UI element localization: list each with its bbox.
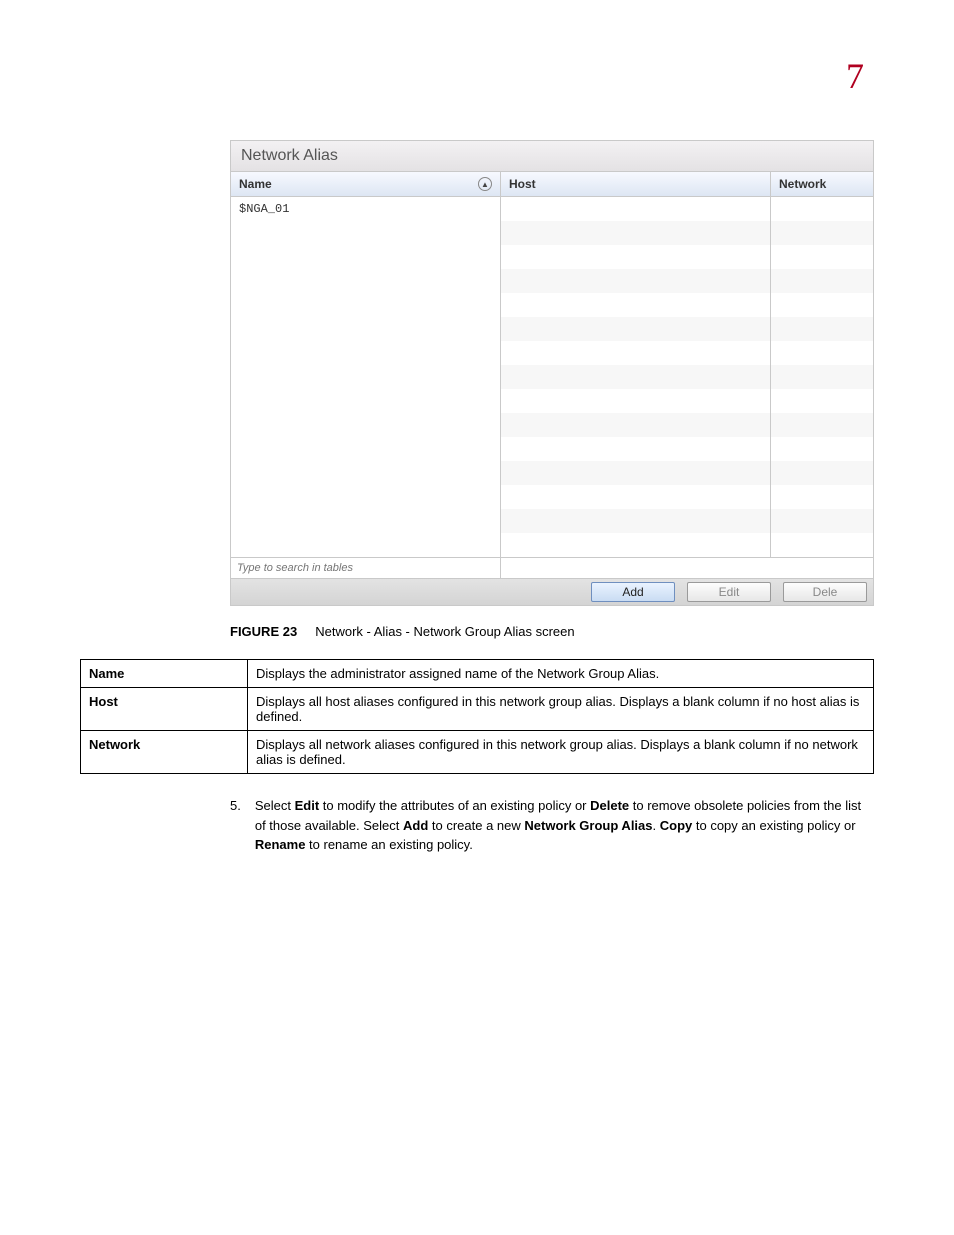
- desc-host-label: Host: [81, 688, 248, 731]
- grid-body: $NGA_01: [231, 197, 873, 557]
- sort-asc-icon[interactable]: ▲: [478, 177, 492, 191]
- step-text: Select Edit to modify the attributes of …: [255, 796, 874, 855]
- grid-col-network: [771, 197, 873, 557]
- figure-caption-text: Network - Alias - Network Group Alias sc…: [315, 624, 574, 639]
- desc-network-label: Network: [81, 731, 248, 774]
- add-button[interactable]: Add: [591, 582, 675, 602]
- table-row[interactable]: $NGA_01: [231, 197, 500, 221]
- page-number: 7: [846, 55, 864, 97]
- table-row: Host Displays all host aliases configure…: [81, 688, 874, 731]
- column-header-name[interactable]: Name ▲: [231, 172, 501, 196]
- grid-header: Name ▲ Host Network: [231, 172, 873, 197]
- figure-label: FIGURE 23: [230, 624, 297, 639]
- column-header-network-label: Network: [779, 177, 826, 191]
- desc-host-text: Displays all host aliases configured in …: [248, 688, 874, 731]
- step-5: 5. Select Edit to modify the attributes …: [230, 796, 874, 855]
- figure-caption: FIGURE 23 Network - Alias - Network Grou…: [230, 624, 874, 639]
- search-input[interactable]: [231, 558, 501, 578]
- grid-col-name: $NGA_01: [231, 197, 501, 557]
- action-bar: Add Edit Dele: [231, 578, 873, 605]
- description-table: Name Displays the administrator assigned…: [80, 659, 874, 774]
- column-header-name-label: Name: [239, 177, 272, 191]
- column-header-network[interactable]: Network: [771, 172, 873, 196]
- delete-button[interactable]: Dele: [783, 582, 867, 602]
- desc-name-text: Displays the administrator assigned name…: [248, 660, 874, 688]
- table-row: Name Displays the administrator assigned…: [81, 660, 874, 688]
- network-alias-panel: Network Alias Name ▲ Host Network $NGA_0…: [230, 140, 874, 606]
- desc-network-text: Displays all network aliases configured …: [248, 731, 874, 774]
- table-row: Network Displays all network aliases con…: [81, 731, 874, 774]
- panel-title: Network Alias: [231, 141, 873, 172]
- step-number: 5.: [230, 796, 241, 855]
- column-header-host[interactable]: Host: [501, 172, 771, 196]
- column-header-host-label: Host: [509, 177, 536, 191]
- search-bar: [231, 557, 873, 578]
- grid-col-host: [501, 197, 771, 557]
- desc-name-label: Name: [81, 660, 248, 688]
- edit-button[interactable]: Edit: [687, 582, 771, 602]
